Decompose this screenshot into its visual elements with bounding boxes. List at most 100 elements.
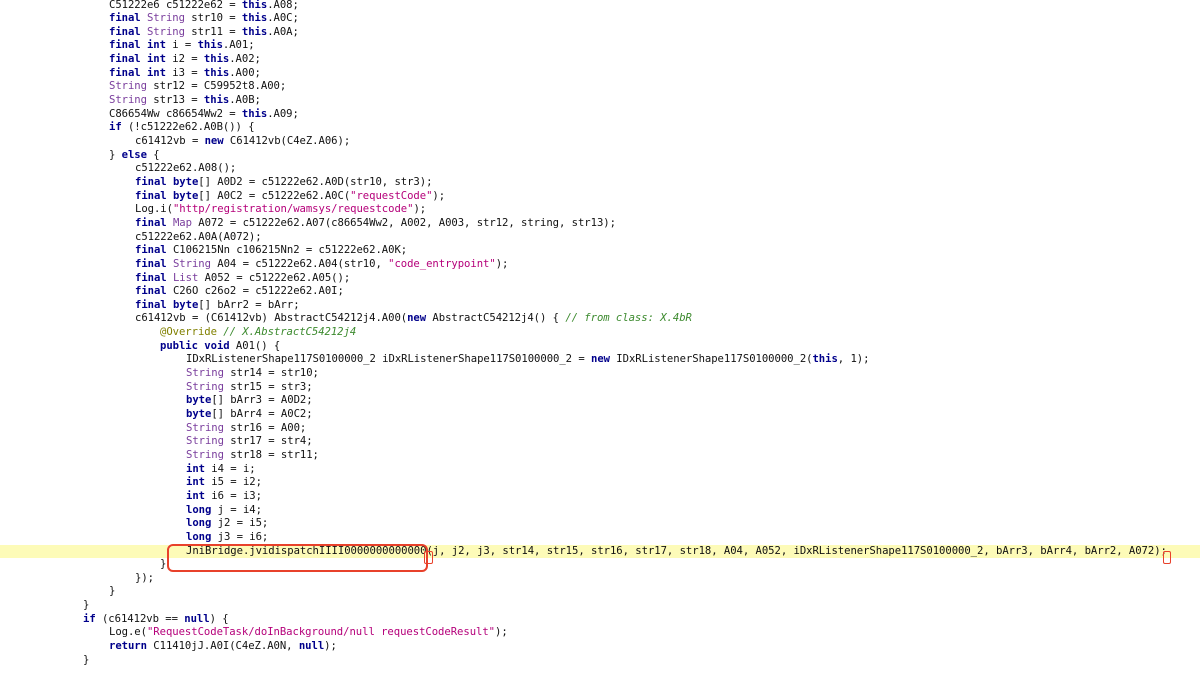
code-editor[interactable]: C51222e6 c51222e62 = this.A08; final Stri… <box>0 0 1200 676</box>
code-line[interactable]: @Override // X.AbstractC54212j4 <box>0 326 1200 340</box>
code-token: str10 = <box>184 12 242 25</box>
code-token: .A09; <box>267 107 299 120</box>
code-line[interactable]: c51222e62.A0A(A072); <box>0 231 1200 245</box>
code-token: , 1); <box>837 353 870 366</box>
code-line[interactable]: Log.e("RequestCodeTask/doInBackground/nu… <box>0 626 1200 640</box>
code-token: [] bArr2 = bArr; <box>198 298 300 311</box>
code-line[interactable]: final int i2 = this.A02; <box>0 53 1200 67</box>
code-line[interactable]: byte[] bArr4 = A0C2; <box>0 408 1200 422</box>
code-line[interactable]: final byte[] bArr2 = bArr; <box>0 299 1200 313</box>
code-token: final <box>135 285 167 298</box>
code-token: c61412vb = <box>135 135 205 147</box>
code-token: .A0C; <box>267 12 299 25</box>
code-token: final byte <box>135 298 199 311</box>
code-line[interactable]: } <box>0 558 1200 572</box>
code-token: List <box>172 271 199 284</box>
code-token: new <box>591 353 610 366</box>
code-token: c51222e62.A08(); <box>135 162 237 175</box>
code-line[interactable]: }); <box>0 572 1200 586</box>
code-line-highlighted[interactable]: JniBridge.jvidispatchIIII0000000000000(j… <box>0 544 1200 559</box>
code-token: Log.i( <box>135 203 173 216</box>
code-line[interactable]: String str12 = C59952t8.A00; <box>0 80 1200 94</box>
code-line[interactable]: long j = i4; <box>0 504 1200 518</box>
code-line[interactable]: long j2 = i5; <box>0 517 1200 531</box>
code-line[interactable]: c51222e62.A08(); <box>0 162 1200 176</box>
code-line[interactable]: return C11410jJ.A0I(C4eZ.A0N, null); <box>0 640 1200 654</box>
code-token: "code_entrypoint" <box>388 257 496 270</box>
code-token: [] A0C2 = c51222e62.A0C( <box>198 189 351 202</box>
code-token: long <box>186 517 212 530</box>
code-line[interactable]: String str15 = str3; <box>0 381 1200 395</box>
code-token: } <box>109 585 116 598</box>
code-line[interactable]: String str14 = str10; <box>0 367 1200 381</box>
code-line[interactable]: } else { <box>0 149 1200 163</box>
code-line[interactable]: c61412vb = new C61412vb(C4eZ.A06); <box>0 135 1200 149</box>
code-token: this <box>241 0 268 11</box>
code-token: { <box>146 148 160 161</box>
code-token: str12 = C59952t8.A00; <box>146 80 287 93</box>
code-line[interactable]: if (!c51222e62.A0B()) { <box>0 121 1200 135</box>
code-token: ); <box>432 189 446 202</box>
code-line[interactable]: } <box>0 599 1200 613</box>
code-token: byte <box>186 408 212 420</box>
code-line[interactable]: final String A04 = c51222e62.A04(str10, … <box>0 258 1200 272</box>
code-token: } <box>109 148 122 161</box>
code-token: str18 = str11; <box>223 448 319 461</box>
code-line[interactable]: c61412vb = (C61412vb) AbstractC54212j4.A… <box>0 312 1200 326</box>
code-token: j = i4; <box>211 503 262 516</box>
code-line[interactable]: final String str11 = this.A0A; <box>0 26 1200 40</box>
code-token: null <box>298 640 325 653</box>
code-line[interactable]: final int i = this.A01; <box>0 39 1200 53</box>
code-token: [] A0D2 = c51222e62.A0D(str10, str3); <box>198 175 433 188</box>
code-token: [] bArr4 = A0C2; <box>211 408 313 420</box>
code-line[interactable]: C51222e6 c51222e62 = this.A08; <box>0 0 1200 12</box>
code-line[interactable]: final C26O c26o2 = c51222e62.A0I; <box>0 285 1200 299</box>
code-line[interactable]: int i4 = i; <box>0 463 1200 477</box>
code-line[interactable]: int i6 = i3; <box>0 490 1200 504</box>
code-token: String <box>186 380 224 393</box>
code-line[interactable]: Log.i("http/registration/wamsys/requestc… <box>0 203 1200 217</box>
code-line[interactable]: final int i3 = this.A00; <box>0 67 1200 81</box>
code-line[interactable]: IDxRListenerShape117S0100000_2 iDxRListe… <box>0 353 1200 367</box>
code-line[interactable]: String str18 = str11; <box>0 449 1200 463</box>
code-token: j2 = i5; <box>211 517 269 530</box>
code-token: this <box>203 94 230 107</box>
code-line[interactable]: String str13 = this.A0B; <box>0 94 1200 108</box>
code-line[interactable]: String str16 = A00; <box>0 422 1200 436</box>
code-line[interactable]: final byte[] A0D2 = c51222e62.A0D(str10,… <box>0 176 1200 190</box>
code-token: .A02; <box>229 53 261 66</box>
code-line[interactable]: public void A01() { <box>0 340 1200 354</box>
code-token: final <box>109 12 147 25</box>
code-token: final <box>135 257 173 270</box>
code-token: C51222e6 c51222e62 = <box>109 0 242 11</box>
code-token: IDxRListenerShape117S0100000_2 iDxRListe… <box>186 353 591 366</box>
code-line[interactable]: } <box>0 654 1200 668</box>
code-token: null <box>184 612 210 625</box>
code-token: JniBridge.jvidispatchIIII0000000000000( <box>186 544 433 557</box>
code-token: "http/registration/wamsys/requestcode" <box>172 203 414 216</box>
code-token: str11 = <box>184 25 242 38</box>
code-token: ); <box>413 203 427 216</box>
code-token: }); <box>135 571 154 584</box>
code-token: String <box>146 12 185 25</box>
code-line[interactable]: byte[] bArr3 = A0D2; <box>0 394 1200 408</box>
code-line[interactable]: final byte[] A0C2 = c51222e62.A0C("reque… <box>0 190 1200 204</box>
code-line[interactable]: String str17 = str4; <box>0 435 1200 449</box>
code-token: i = <box>165 39 198 52</box>
code-line[interactable]: long j3 = i6; <box>0 531 1200 545</box>
code-line[interactable]: final Map A072 = c51222e62.A07(c86654Ww2… <box>0 217 1200 231</box>
code-line[interactable]: C86654Ww c86654Ww2 = this.A09; <box>0 108 1200 122</box>
code-token: str16 = A00; <box>223 421 307 434</box>
code-line[interactable]: int i5 = i2; <box>0 476 1200 490</box>
code-token: this <box>203 53 230 66</box>
code-token: .A08; <box>267 0 299 11</box>
code-line[interactable]: final C106215Nn c106215Nn2 = c51222e62.A… <box>0 244 1200 258</box>
code-token: final int <box>109 39 166 52</box>
code-token: str17 = str4; <box>223 435 313 448</box>
code-line[interactable]: if (c61412vb == null) { <box>0 613 1200 627</box>
code-token: String <box>186 435 224 448</box>
code-token: j3 = i6; <box>211 530 269 543</box>
code-line[interactable]: final String str10 = this.A0C; <box>0 12 1200 26</box>
code-line[interactable]: final List A052 = c51222e62.A05(); <box>0 272 1200 286</box>
code-line[interactable]: } <box>0 585 1200 599</box>
